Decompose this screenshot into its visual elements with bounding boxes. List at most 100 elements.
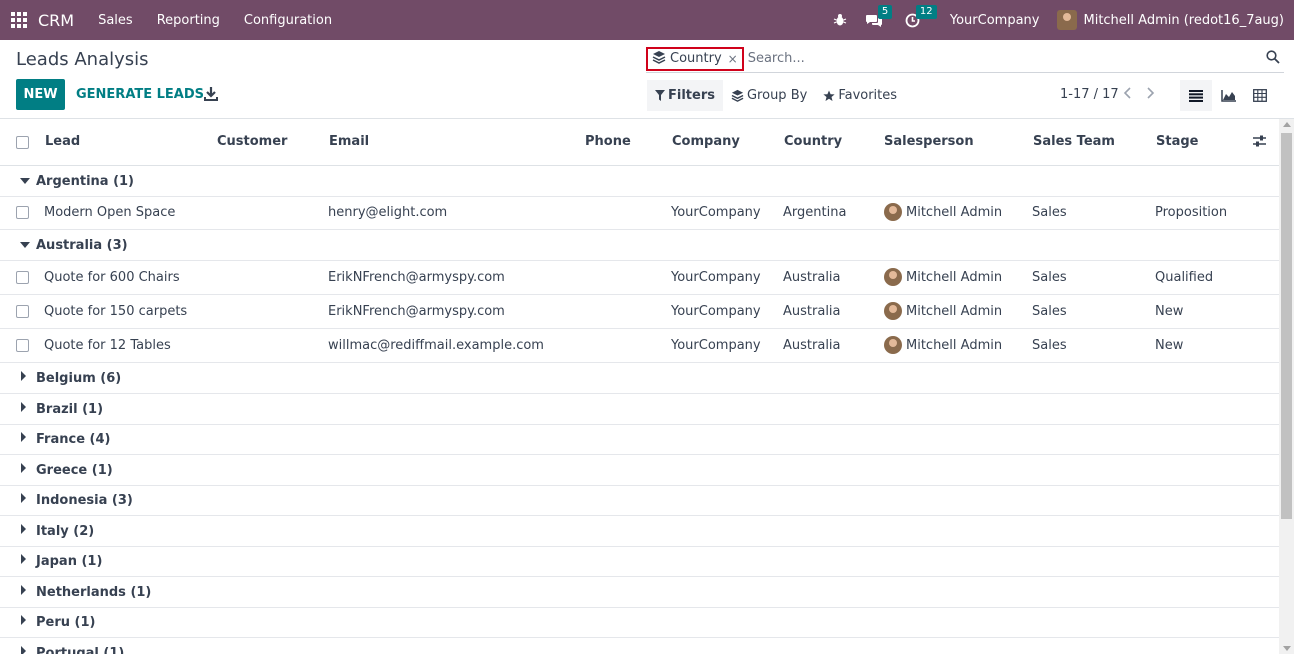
messages-count-badge: 5: [877, 4, 893, 19]
column-header-sales-team[interactable]: Sales Team: [1033, 134, 1115, 149]
group-label: Indonesia (3): [36, 493, 133, 508]
column-header-lead[interactable]: Lead: [45, 134, 80, 149]
column-header-phone[interactable]: Phone: [585, 134, 631, 149]
chevron-left-icon[interactable]: [1123, 86, 1133, 104]
cell-country: Australia: [783, 304, 841, 319]
table-row[interactable]: Quote for 150 carpets ErikNFrench@armyspy…: [0, 295, 1279, 329]
download-icon[interactable]: [204, 86, 218, 102]
cell-stage: New: [1155, 338, 1184, 353]
activities-clock-icon[interactable]: 12: [905, 4, 937, 28]
facet-remove-icon[interactable]: ×: [728, 52, 738, 66]
caret-right-icon: [21, 371, 26, 381]
column-header-email[interactable]: Email: [329, 134, 369, 149]
group-by-button[interactable]: Group By: [723, 80, 815, 111]
group-row[interactable]: Brazil (1): [0, 394, 1279, 425]
favorites-button[interactable]: Favorites: [815, 80, 905, 111]
cell-country: Australia: [783, 270, 841, 285]
group-label: Greece (1): [36, 462, 113, 478]
row-checkbox[interactable]: [16, 206, 29, 219]
table-row[interactable]: Modern Open Space henry@elight.com YourCom…: [0, 196, 1279, 230]
cell-company: YourCompany: [671, 270, 761, 285]
group-row[interactable]: Italy (2): [0, 516, 1279, 547]
group-label: Portugal (1): [36, 645, 125, 654]
menu-sales[interactable]: Sales: [98, 13, 133, 28]
group-row[interactable]: Greece (1): [0, 455, 1279, 486]
activities-count-badge: 12: [915, 4, 937, 19]
vertical-scrollbar[interactable]: [1279, 119, 1294, 654]
cell-country: Argentina: [783, 205, 847, 220]
row-checkbox[interactable]: [16, 305, 29, 318]
cell-sales-team: Sales: [1032, 338, 1067, 353]
chevron-right-icon[interactable]: [1145, 86, 1155, 104]
app-brand[interactable]: CRM: [38, 11, 74, 30]
group-label: Peru (1): [36, 615, 96, 630]
column-header-stage[interactable]: Stage: [1156, 134, 1198, 149]
group-label: Brazil (1): [36, 401, 104, 417]
star-icon: [823, 90, 835, 101]
caret-down-icon: [20, 242, 30, 248]
generate-leads-button[interactable]: GENERATE LEADS: [76, 87, 204, 102]
salesperson-avatar: [884, 268, 902, 286]
filters-button[interactable]: Filters: [647, 80, 723, 111]
user-menu[interactable]: Mitchell Admin (redot16_7aug): [1057, 10, 1284, 30]
caret-right-icon: [21, 401, 26, 412]
group-row[interactable]: Netherlands (1): [0, 577, 1279, 608]
group-row[interactable]: Portugal (1): [0, 638, 1279, 654]
search-input[interactable]: [747, 51, 1228, 66]
group-row[interactable]: France (4): [0, 424, 1279, 455]
list-view-table: Lead Customer Email Phone Company Countr…: [0, 119, 1279, 654]
debug-bug-icon[interactable]: [833, 13, 847, 27]
group-by-layers-icon: [652, 50, 666, 68]
apps-menu-icon[interactable]: [0, 0, 38, 40]
new-button[interactable]: NEW: [16, 79, 65, 110]
group-row[interactable]: Argentina (1): [0, 166, 1279, 197]
column-header-customer[interactable]: Customer: [217, 134, 287, 149]
column-header-salesperson[interactable]: Salesperson: [884, 134, 974, 149]
column-header-company[interactable]: Company: [672, 134, 740, 149]
caret-right-icon: [21, 584, 26, 595]
group-row[interactable]: Peru (1): [0, 607, 1279, 638]
optional-columns-sliders-icon[interactable]: [1253, 135, 1266, 151]
salesperson-avatar: [884, 302, 902, 320]
scrollbar-thumb[interactable]: [1281, 133, 1292, 519]
messages-icon[interactable]: 5: [865, 4, 893, 28]
search-panel-toggles: Filters Group By Favorites: [647, 80, 905, 111]
group-row[interactable]: Belgium (6): [0, 363, 1279, 394]
group-row[interactable]: Australia (3): [0, 230, 1279, 261]
cell-salesperson: Mitchell Admin: [906, 205, 1003, 220]
pivot-view-icon[interactable]: [1244, 80, 1276, 111]
list-view-icon[interactable]: [1180, 80, 1212, 111]
search-icon[interactable]: [1266, 50, 1280, 68]
scroll-down-arrow[interactable]: [1283, 646, 1291, 651]
group-row[interactable]: Japan (1): [0, 546, 1279, 577]
cell-lead: Quote for 12 Tables: [44, 338, 171, 353]
cell-email: henry@elight.com: [328, 205, 448, 220]
company-switcher[interactable]: YourCompany: [950, 13, 1040, 28]
table-row[interactable]: Quote for 12 Tables willmac@rediffmail.ex…: [0, 329, 1279, 363]
menu-configuration[interactable]: Configuration: [244, 13, 332, 28]
graph-view-icon[interactable]: [1212, 80, 1244, 111]
scroll-up-arrow[interactable]: [1283, 122, 1291, 127]
row-checkbox[interactable]: [16, 271, 29, 284]
salesperson-avatar: [884, 336, 902, 354]
pager-value[interactable]: 1-17 / 17: [1060, 87, 1119, 102]
caret-right-icon: [21, 645, 26, 654]
group-by-label: Group By: [746, 88, 808, 103]
group-row[interactable]: Indonesia (3): [0, 485, 1279, 516]
table-row[interactable]: Quote for 600 Chairs ErikNFrench@armyspy.…: [0, 261, 1279, 295]
menu-reporting[interactable]: Reporting: [157, 13, 220, 28]
cell-email: ErikNFrench@armyspy.com: [328, 304, 505, 319]
group-label: Japan (1): [36, 554, 103, 569]
cell-company: YourCompany: [671, 304, 761, 319]
view-switcher: [1180, 80, 1276, 111]
table-header: Lead Customer Email Phone Company Countr…: [0, 119, 1279, 166]
select-all-checkbox[interactable]: [16, 136, 29, 149]
row-checkbox[interactable]: [16, 339, 29, 352]
cell-sales-team: Sales: [1032, 304, 1067, 319]
cell-country: Australia: [783, 338, 841, 353]
caret-down-icon: [20, 178, 30, 184]
search-facet-country[interactable]: Country ×: [646, 46, 744, 71]
cell-sales-team: Sales: [1032, 205, 1067, 220]
cell-lead: Quote for 600 Chairs: [44, 270, 180, 285]
column-header-country[interactable]: Country: [784, 134, 842, 149]
